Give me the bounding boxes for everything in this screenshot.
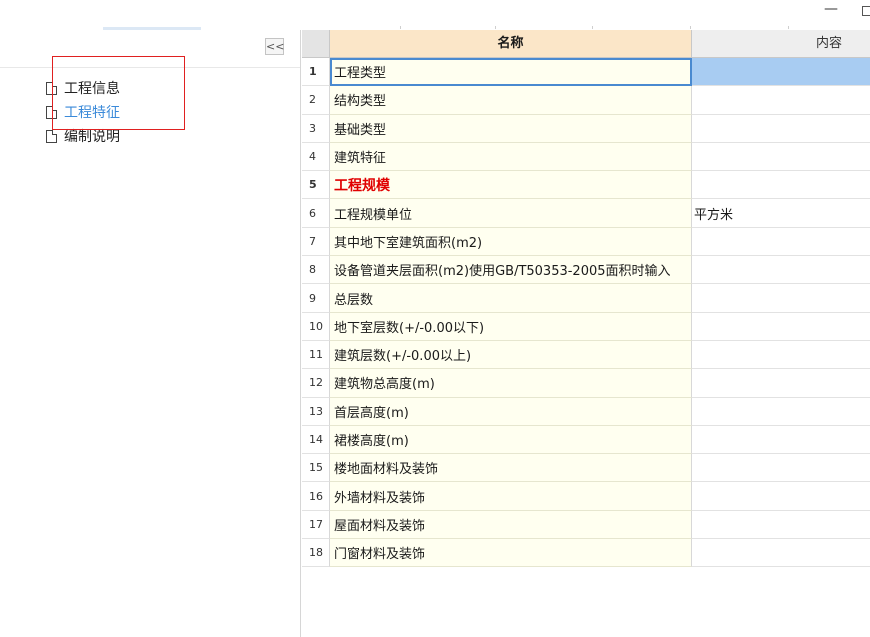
content-cell[interactable] [692, 58, 870, 87]
content-cell[interactable] [692, 313, 870, 341]
row-number: 3 [302, 114, 330, 143]
content-cell[interactable] [692, 369, 870, 398]
content-cell[interactable] [692, 256, 870, 285]
row-number: 13 [302, 397, 330, 426]
row-number: 6 [302, 199, 330, 228]
table-row[interactable]: 5 工程规模 [302, 171, 870, 200]
left-panel: << 工程信息 工程特征 编制说明 [0, 30, 300, 637]
table-row[interactable]: 6 工程规模单位 平方米 [302, 199, 870, 228]
content-cell[interactable] [692, 341, 870, 370]
row-number: 17 [302, 510, 330, 540]
name-cell[interactable]: 其中地下室建筑面积(m2) [330, 227, 692, 257]
tree-item-label: 编制说明 [64, 129, 120, 145]
row-number: 7 [302, 227, 330, 257]
panel-divider [0, 67, 300, 68]
row-number: 5 [302, 171, 330, 200]
table-body: 1 工程类型 2 结构类型 3 基础类型 4 建筑特征 5 工程规模 6 工程规模单位 平方米 7 其中地下… [302, 58, 870, 568]
tree-item-project-info[interactable]: 工程信息 [46, 76, 120, 100]
name-cell[interactable]: 地下室层数(+/-0.00以下) [330, 312, 692, 341]
select-all-corner[interactable] [302, 30, 330, 58]
row-number: 18 [302, 539, 330, 568]
content-cell[interactable] [692, 482, 870, 511]
document-icon [46, 129, 57, 143]
name-cell[interactable]: 工程规模单位 [330, 199, 692, 228]
name-cell[interactable]: 外墙材料及装饰 [330, 482, 692, 511]
content-cell[interactable] [692, 426, 870, 455]
table-row[interactable]: 7 其中地下室建筑面积(m2) [302, 227, 870, 257]
tree-item-label: 工程特征 [64, 105, 120, 121]
name-cell[interactable]: 设备管道夹层面积(m2)使用GB/T50353-2005面积时输入 [330, 256, 692, 285]
row-number: 12 [302, 369, 330, 398]
row-number: 2 [302, 86, 330, 115]
name-cell[interactable]: 建筑特征 [330, 142, 692, 172]
table-row[interactable]: 18 门窗材料及装饰 [302, 539, 870, 568]
content-cell[interactable]: 平方米 [692, 199, 870, 228]
tree-item-project-features[interactable]: 工程特征 [46, 100, 120, 124]
content-cell[interactable] [692, 171, 870, 200]
tree-item-label: 工程信息 [64, 81, 120, 97]
name-cell[interactable]: 裙楼高度(m) [330, 425, 692, 455]
panel-separator[interactable] [300, 30, 301, 637]
row-number: 15 [302, 454, 330, 483]
content-cell[interactable] [692, 228, 870, 257]
table-row[interactable]: 12 建筑物总高度(m) [302, 369, 870, 398]
name-cell[interactable]: 门窗材料及装饰 [330, 539, 692, 568]
table-row[interactable]: 9 总层数 [302, 284, 870, 313]
table-row[interactable]: 1 工程类型 [302, 58, 870, 87]
document-icon [46, 105, 57, 119]
column-header-content[interactable]: 内容 [692, 30, 870, 58]
table-row[interactable]: 8 设备管道夹层面积(m2)使用GB/T50353-2005面积时输入 [302, 256, 870, 285]
table-row[interactable]: 11 建筑层数(+/-0.00以上) [302, 340, 870, 370]
row-number: 4 [302, 142, 330, 172]
column-header-name[interactable]: 名称 [330, 30, 692, 58]
table-row[interactable]: 2 结构类型 [302, 86, 870, 115]
content-cell[interactable] [692, 143, 870, 172]
content-cell[interactable] [692, 511, 870, 540]
content-cell[interactable] [692, 284, 870, 313]
row-number: 1 [302, 58, 330, 87]
name-cell[interactable]: 首层高度(m) [330, 397, 692, 426]
tree-item-compilation-notes[interactable]: 编制说明 [46, 124, 120, 148]
name-cell[interactable]: 建筑层数(+/-0.00以上) [330, 340, 692, 370]
content-cell[interactable] [692, 115, 870, 143]
title-bar: — [0, 0, 870, 30]
row-number: 14 [302, 425, 330, 455]
table-row[interactable]: 10 地下室层数(+/-0.00以下) [302, 312, 870, 341]
table-row[interactable]: 13 首层高度(m) [302, 397, 870, 426]
table-row[interactable]: 14 裙楼高度(m) [302, 425, 870, 455]
document-icon [46, 81, 57, 95]
row-number: 11 [302, 340, 330, 370]
content-cell[interactable] [692, 86, 870, 115]
table-row[interactable]: 16 外墙材料及装饰 [302, 482, 870, 511]
content-cell[interactable] [692, 454, 870, 483]
name-cell[interactable]: 工程类型 [330, 58, 692, 87]
name-cell[interactable]: 建筑物总高度(m) [330, 369, 692, 398]
table-row[interactable]: 3 基础类型 [302, 114, 870, 143]
row-number: 16 [302, 482, 330, 511]
name-cell[interactable]: 基础类型 [330, 114, 692, 143]
name-cell[interactable]: 楼地面材料及装饰 [330, 454, 692, 483]
content-cell[interactable] [692, 398, 870, 426]
row-number: 10 [302, 312, 330, 341]
features-table: 名称 内容 1 工程类型 2 结构类型 3 基础类型 4 建筑特征 5 工程规模 6 工程规模单位 平方… [302, 30, 870, 568]
name-cell[interactable]: 总层数 [330, 284, 692, 313]
content-cell[interactable] [692, 539, 870, 568]
name-cell[interactable]: 工程规模 [330, 171, 692, 200]
row-number: 9 [302, 284, 330, 313]
nav-tree: 工程信息 工程特征 编制说明 [46, 76, 120, 148]
name-cell[interactable]: 结构类型 [330, 86, 692, 115]
minimize-button[interactable]: — [822, 0, 840, 18]
maximize-button[interactable] [862, 6, 870, 16]
table-row[interactable]: 17 屋面材料及装饰 [302, 510, 870, 540]
collapse-panel-button[interactable]: << [265, 38, 284, 55]
row-number: 8 [302, 256, 330, 285]
table-row[interactable]: 4 建筑特征 [302, 142, 870, 172]
name-cell[interactable]: 屋面材料及装饰 [330, 510, 692, 540]
table-header: 名称 内容 [302, 30, 870, 58]
table-row[interactable]: 15 楼地面材料及装饰 [302, 454, 870, 483]
